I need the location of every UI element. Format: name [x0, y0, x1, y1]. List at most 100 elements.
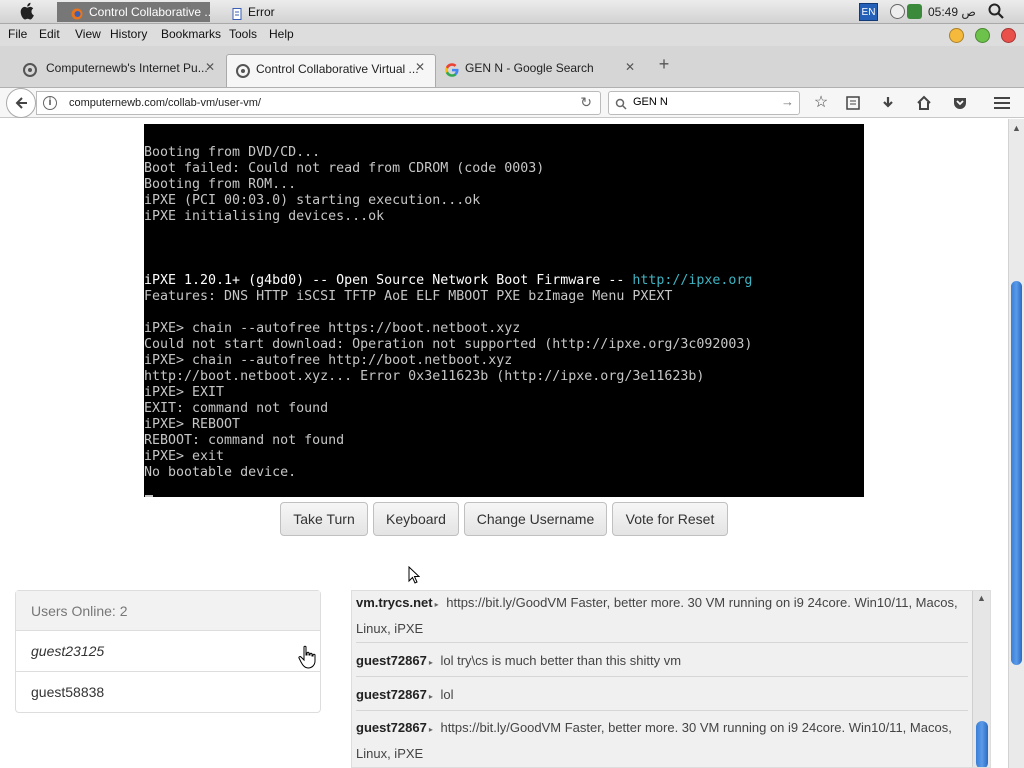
chat-text: https://bit.ly/GoodVM Faster, better mor…: [356, 720, 952, 761]
back-button[interactable]: [6, 88, 36, 118]
user-list-item[interactable]: guest58838: [16, 672, 320, 713]
new-tab-button[interactable]: +: [654, 54, 674, 78]
vm-console-line: iPXE> exit: [144, 449, 864, 465]
tab-google-search[interactable]: GEN N - Google Search: [436, 54, 646, 87]
vm-console-line: Booting from DVD/CD...: [144, 145, 864, 161]
scroll-up-arrow-icon[interactable]: ▲: [1012, 123, 1021, 133]
chat-username: guest72867: [356, 720, 427, 735]
menu-file[interactable]: File: [8, 27, 27, 41]
search-go-icon[interactable]: →: [781, 94, 794, 109]
tab-label: Control Collaborative Virtual ...: [256, 62, 419, 76]
sync-icon[interactable]: [907, 4, 922, 19]
chat-scrollbar[interactable]: ▲: [972, 591, 990, 767]
chat-text: https://bit.ly/GoodVM Faster, better mor…: [356, 595, 958, 636]
caret-right-icon: ▸: [428, 725, 433, 734]
vm-console-text: iPXE> exit: [144, 449, 225, 464]
vm-console-line: [144, 241, 864, 257]
vm-console-line: [144, 225, 864, 241]
app-menubar: File Edit View History Bookmarks Tools H…: [0, 24, 1024, 46]
vm-console-text: EXIT: command not found: [144, 401, 329, 416]
menu-bookmarks[interactable]: Bookmarks: [161, 27, 221, 41]
download-icon[interactable]: [877, 92, 899, 114]
vm-console-text: iPXE 1.20.1+ (g4bd0) -- Open Source Netw…: [144, 273, 633, 288]
tab-label: Computernewb's Internet Pu...: [46, 61, 208, 75]
vm-console-line: Could not start download: Operation not …: [144, 337, 864, 353]
tab-computernewb[interactable]: Computernewb's Internet Pu...: [0, 54, 226, 87]
smiley-icon[interactable]: [890, 4, 905, 19]
vm-console-text: iPXE (PCI 00:03.0) starting execution...…: [144, 193, 481, 208]
window-item-active[interactable]: Control Collaborative ...: [57, 2, 210, 22]
users-online-panel: Users Online: 2 guest23125 guest58838: [15, 590, 321, 713]
menu-edit[interactable]: Edit: [39, 27, 60, 41]
vm-console-text: No bootable device.: [144, 465, 297, 480]
vm-display[interactable]: Boot failed: could not read the boot dis…: [144, 124, 864, 497]
vm-console-line: REBOOT: command not found: [144, 433, 864, 449]
keyboard-button[interactable]: Keyboard: [373, 502, 459, 536]
google-g-icon: [444, 60, 460, 77]
menu-tools[interactable]: Tools: [229, 27, 257, 41]
page-scrollbar-thumb[interactable]: [1011, 281, 1022, 665]
window-label: Control Collaborative ...: [89, 5, 210, 19]
tab-close-icon[interactable]: ✕: [205, 60, 215, 74]
minimize-button[interactable]: [949, 28, 964, 43]
apple-icon[interactable]: [19, 2, 37, 21]
vm-console-line: iPXE> REBOOT: [144, 417, 864, 433]
vote-for-reset-button[interactable]: Vote for Reset: [612, 502, 728, 536]
bookmark-star-icon[interactable]: ☆: [810, 92, 832, 114]
vm-console-line: iPXE> chain --autofree https://boot.netb…: [144, 321, 864, 337]
reload-icon[interactable]: ↻: [580, 94, 592, 111]
home-icon[interactable]: [913, 92, 935, 114]
vm-console-text: Could not start download: Operation not …: [144, 337, 753, 352]
vm-console-line: iPXE (PCI 00:03.0) starting execution...…: [144, 193, 864, 209]
system-menubar: Control Collaborative ... Error EN 05:49…: [0, 0, 1024, 24]
tab-collabvm[interactable]: Control Collaborative Virtual ...: [226, 54, 436, 87]
vm-console-text: iPXE> chain --autofree http://boot.netbo…: [144, 353, 513, 368]
clock: 05:49 ص: [928, 5, 976, 19]
caret-right-icon: ▸: [428, 658, 433, 667]
vm-console-text: http://boot.netboot.xyz... Error 0x3e116…: [144, 369, 705, 384]
chat-message: guest72867 ▸ lol try\cs is much better th…: [356, 649, 968, 677]
input-language-badge[interactable]: EN: [859, 3, 878, 21]
take-turn-button[interactable]: Take Turn: [280, 502, 368, 536]
site-info-icon[interactable]: i: [43, 96, 57, 110]
hand-pointer-cursor-icon: [298, 645, 318, 669]
maximize-button[interactable]: [975, 28, 990, 43]
search-input[interactable]: [633, 96, 773, 108]
document-icon: [232, 6, 244, 20]
vm-console-line: Booting from ROM...: [144, 177, 864, 193]
tab-strip: Computernewb's Internet Pu... ✕ Control …: [0, 46, 1024, 88]
search-box[interactable]: →: [608, 91, 800, 115]
chat-scrollbar-thumb[interactable]: [976, 721, 988, 767]
window-label: Error: [248, 5, 275, 19]
vm-console-link: http://ipxe.org: [632, 273, 753, 288]
pocket-icon[interactable]: [949, 92, 971, 114]
vm-console-line: Features: DNS HTTP iSCSI TFTP AoE ELF MB…: [144, 289, 864, 305]
hamburger-menu-icon[interactable]: [991, 92, 1013, 114]
vm-console-line: [144, 257, 864, 273]
vm-console-line: [144, 129, 864, 145]
users-online-header: Users Online: 2: [16, 591, 320, 631]
menu-history[interactable]: History: [110, 27, 147, 41]
tab-close-icon[interactable]: ✕: [415, 60, 425, 74]
scroll-up-arrow-icon[interactable]: ▲: [977, 593, 986, 603]
tab-close-icon[interactable]: ✕: [625, 60, 635, 74]
vm-console-output: Boot failed: could not read the boot dis…: [144, 124, 864, 481]
page-scrollbar[interactable]: ▲: [1008, 119, 1024, 768]
reading-list-icon[interactable]: [842, 92, 864, 114]
search-icon: [615, 94, 627, 113]
spotlight-search-icon[interactable]: [988, 3, 1006, 21]
user-list-item[interactable]: guest23125: [16, 631, 320, 672]
close-window-button[interactable]: [1001, 28, 1016, 43]
address-bar[interactable]: i computernewb.com/collab-vm/user-vm/ ↻: [36, 91, 601, 115]
window-item-error[interactable]: Error: [226, 2, 306, 22]
vm-console-line: iPXE> chain --autofree http://boot.netbo…: [144, 353, 864, 369]
vm-console-text: Booting from ROM...: [144, 177, 297, 192]
menu-help[interactable]: Help: [269, 27, 294, 41]
menu-view[interactable]: View: [75, 27, 101, 41]
vm-console-line: Boot failed: Could not read from CDROM (…: [144, 161, 864, 177]
chat-panel[interactable]: vm.trycs.net ▸ https://bit.ly/GoodVM Fast…: [351, 590, 991, 768]
change-username-button[interactable]: Change Username: [464, 502, 607, 536]
chat-username: vm.trycs.net: [356, 595, 433, 610]
vm-console-line: [144, 305, 864, 321]
vm-console-line: iPXE initialising devices...ok: [144, 209, 864, 225]
